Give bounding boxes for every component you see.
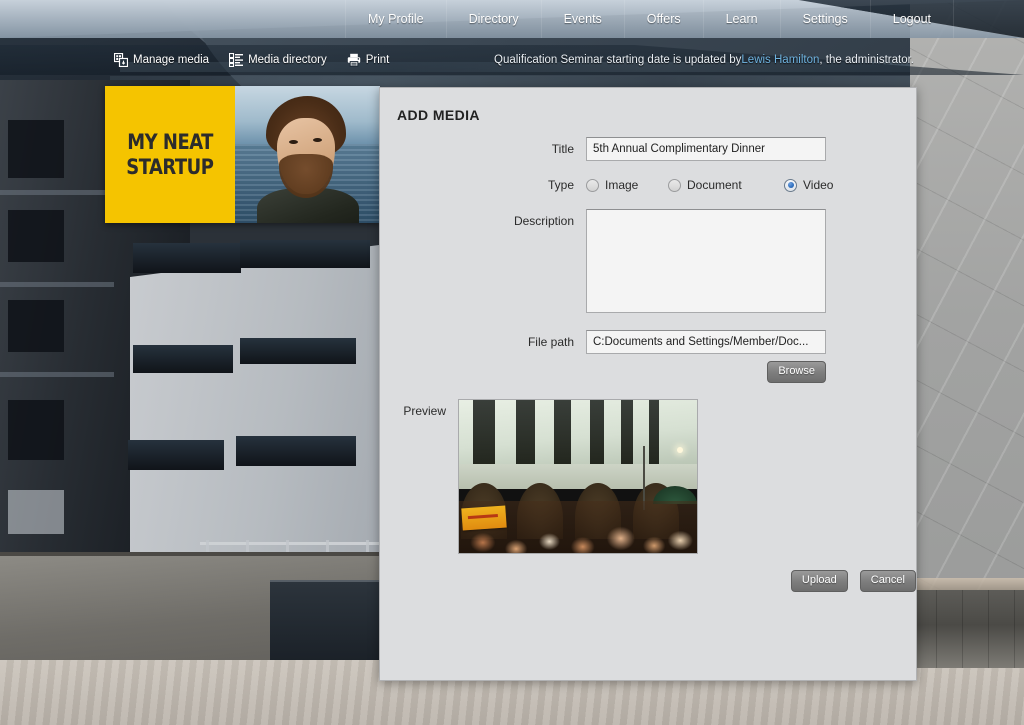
nav-events[interactable]: Events xyxy=(542,0,625,38)
dialog-actions: Upload Cancel xyxy=(458,570,916,592)
title-input[interactable] xyxy=(586,137,826,161)
status-message: Qualification Seminar starting date is u… xyxy=(494,45,914,75)
print-icon xyxy=(347,53,361,67)
nav-directory[interactable]: Directory xyxy=(447,0,542,38)
description-label: Description xyxy=(513,214,574,228)
form-row-title: Title xyxy=(380,137,916,161)
radio-document-label: Document xyxy=(687,178,742,192)
radio-image-icon[interactable] xyxy=(586,178,599,192)
app-root: MY NEAT STARTUP My Profile Directory Eve… xyxy=(0,0,1024,725)
sub-toolbar: Manage media Media directory Print Quali… xyxy=(0,45,1024,75)
print-label: Print xyxy=(365,54,390,66)
preview-thumbnail xyxy=(458,399,698,554)
type-radio-group: Image Document Video xyxy=(586,173,916,197)
filepath-label: File path xyxy=(527,335,574,349)
description-textarea[interactable] xyxy=(586,209,826,313)
form-row-description: Description xyxy=(380,209,916,318)
form-row-type: Type Image Document Video xyxy=(380,173,916,197)
cancel-button[interactable]: Cancel xyxy=(859,570,916,592)
browse-button[interactable]: Browse xyxy=(767,361,826,383)
billboard: MY NEAT STARTUP xyxy=(105,86,380,223)
print-button[interactable]: Print xyxy=(337,45,400,75)
billboard-line-1: MY NEAT xyxy=(127,129,213,154)
status-text-after: , the administrator. xyxy=(819,54,914,66)
media-directory-button[interactable]: Media directory xyxy=(219,45,337,75)
nav-logout[interactable]: Logout xyxy=(871,0,954,38)
nav-settings[interactable]: Settings xyxy=(781,0,871,38)
radio-option-video[interactable]: Video xyxy=(784,178,866,192)
radio-option-document[interactable]: Document xyxy=(668,178,784,192)
radio-document-icon[interactable] xyxy=(668,178,681,192)
add-media-form: Title Type Image Documen xyxy=(380,137,916,592)
status-user-link[interactable]: Lewis Hamilton xyxy=(741,54,819,66)
preview-label: Preview xyxy=(403,404,446,418)
billboard-line-2: STARTUP xyxy=(126,154,214,179)
form-row-filepath: File path Browse xyxy=(380,330,916,383)
nav-offers[interactable]: Offers xyxy=(625,0,704,38)
filepath-input[interactable] xyxy=(586,330,826,354)
type-label: Type xyxy=(547,178,574,192)
radio-video-label: Video xyxy=(803,178,834,192)
form-row-preview: Preview Upload Cancel xyxy=(380,399,916,592)
title-label: Title xyxy=(551,142,574,156)
dialog-title: ADD MEDIA xyxy=(397,107,480,123)
media-directory-icon xyxy=(229,53,244,67)
top-navigation: My Profile Directory Events Offers Learn… xyxy=(0,0,1024,38)
radio-video-icon[interactable] xyxy=(784,178,797,192)
add-media-dialog: ADD MEDIA Title Type Image xyxy=(379,87,917,681)
nav-my-profile[interactable]: My Profile xyxy=(344,0,447,38)
radio-option-image[interactable]: Image xyxy=(586,178,668,192)
billboard-logo: MY NEAT STARTUP xyxy=(105,86,235,223)
upload-button[interactable]: Upload xyxy=(790,570,848,592)
status-text-before: Qualification Seminar starting date is u… xyxy=(494,54,742,66)
manage-media-button[interactable]: Manage media xyxy=(104,45,219,75)
manage-media-label: Manage media xyxy=(133,54,210,66)
media-directory-label: Media directory xyxy=(248,54,327,66)
radio-image-label: Image xyxy=(605,178,639,192)
manage-media-icon xyxy=(114,53,128,67)
nav-learn[interactable]: Learn xyxy=(704,0,781,38)
billboard-portrait xyxy=(235,86,380,223)
